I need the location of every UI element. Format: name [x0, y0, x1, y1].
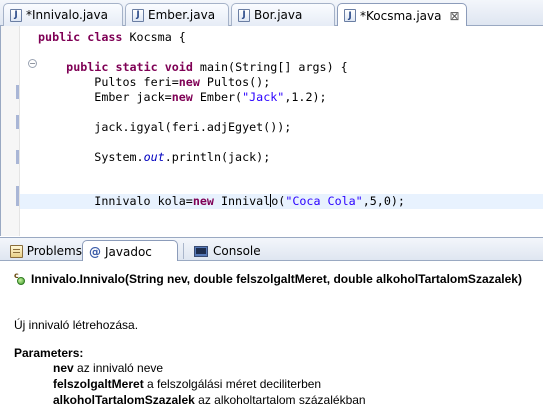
editor-tab-bar: J *Innivalo.java J Ember.java J Bor.java…	[0, 0, 543, 27]
java-file-icon: J	[10, 8, 22, 22]
code-line-main-decl: public static void main(String[] args) {	[66, 60, 348, 74]
at-icon: @	[89, 244, 101, 259]
tab-label: *Innivalo.java	[26, 8, 108, 22]
problems-icon	[10, 244, 23, 258]
tab-innivalo-java[interactable]: J *Innivalo.java	[3, 3, 123, 26]
java-file-icon: J	[132, 8, 144, 22]
console-icon	[194, 245, 208, 257]
tab-console[interactable]: Console	[188, 240, 268, 262]
constructor-icon: c	[14, 271, 28, 285]
tab-kocsma-java[interactable]: J *Kocsma.java ⊠	[337, 3, 467, 27]
param-alkoholtartalomszazalek: alkoholTartalomSzazalek az alkoholtartal…	[53, 393, 366, 407]
tab-divider	[183, 243, 184, 259]
code-line-igyal: jack.igyal(feri.adjEgyet());	[94, 120, 292, 134]
code-line-innivalo: Innivalo kola=new Innivalo("Coca Cola",5…	[94, 194, 405, 208]
tab-ember-java[interactable]: J Ember.java	[125, 3, 229, 26]
javadoc-view: c Innivalo.Innivalo(String nev, double f…	[0, 261, 543, 417]
code-line-ember: Ember jack=new Ember("Jack",1.2);	[94, 90, 327, 104]
java-file-icon: J	[238, 8, 250, 22]
tab-label: Bor.java	[254, 8, 303, 22]
java-file-icon: J	[344, 9, 356, 22]
code-line-class-decl: public class Kocsma {	[38, 30, 186, 44]
param-nev: nev az innivaló neve	[53, 361, 164, 375]
tab-label: Javadoc	[105, 244, 152, 259]
javadoc-description: Új innivaló létrehozása.	[14, 318, 139, 332]
tab-label: Problems	[26, 244, 82, 258]
tab-label: Ember.java	[148, 8, 216, 22]
change-marker	[16, 115, 19, 129]
close-icon[interactable]: ⊠	[449, 10, 459, 22]
code-line-println: System.out.println(jack);	[94, 150, 271, 164]
tab-label: Console	[213, 244, 261, 258]
signature-text: Innivalo.Innivalo(String nev, double fel…	[31, 272, 522, 286]
javadoc-signature: c Innivalo.Innivalo(String nev, double f…	[14, 271, 522, 286]
fold-collapse-icon[interactable]: −	[28, 59, 37, 68]
change-marker	[16, 150, 19, 164]
change-marker	[16, 186, 19, 206]
change-marker	[16, 85, 19, 99]
tab-bor-java[interactable]: J Bor.java	[231, 3, 335, 26]
view-tab-bar: Problems @ Javadoc Console	[0, 237, 543, 262]
code-editor[interactable]: − public class Kocsma { public static vo…	[0, 26, 543, 236]
param-felszolgaltmeret: felszolgaltMeret a felszolgálási méret d…	[53, 377, 322, 391]
code-line-pultos: Pultos feri=new Pultos();	[94, 75, 271, 89]
tab-label: *Kocsma.java	[360, 8, 442, 23]
tab-javadoc[interactable]: @ Javadoc	[82, 240, 178, 262]
parameters-heading: Parameters:	[14, 346, 84, 360]
tab-problems[interactable]: Problems	[4, 240, 82, 262]
